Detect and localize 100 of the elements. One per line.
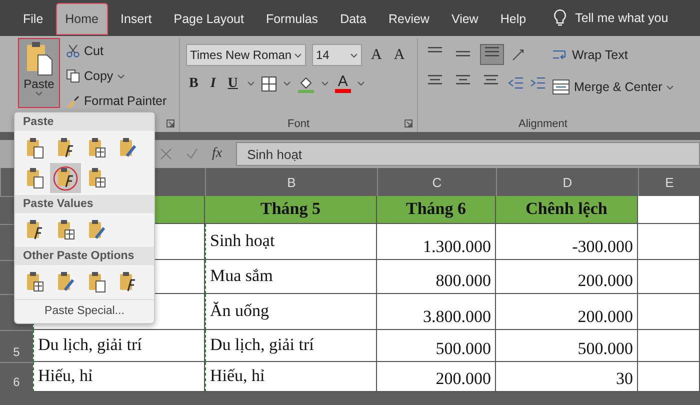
table-cell: Sinh hoạt [205,224,377,260]
lightbulb-icon [553,9,568,27]
table-cell: 800.000 [377,260,496,294]
row-header[interactable]: 6 [0,362,33,392]
grow-font-button[interactable]: A [368,46,385,64]
clipboard-icon [24,41,54,77]
table-cell [638,196,700,224]
ribbon-tab[interactable]: View [442,3,488,35]
ribbon-tab[interactable]: Data [331,3,376,35]
ribbon-tab[interactable]: Review [379,3,438,35]
clipboard-icon [56,271,76,293]
ribbon-tab[interactable]: Home [56,3,108,35]
ribbon-tab[interactable]: Help [491,3,536,35]
clipboard-icon [86,167,106,189]
table-header-cell: Tháng 6 [377,196,496,224]
caret-icon [117,74,126,78]
table-cell: 200.000 [496,294,638,330]
table-cell: 500.000 [377,330,496,362]
align-icon [483,74,499,86]
merge-icon [552,79,570,95]
clipboard-icon [86,219,106,241]
increase-indent-icon[interactable] [530,76,546,88]
column-header[interactable]: B [205,168,377,196]
caret-icon [282,81,291,86]
wrap-text-button[interactable]: Wrap Text [552,44,674,66]
row-header[interactable]: 5 [0,330,33,362]
dialog-launcher-icon[interactable] [404,119,413,128]
clipboard-icon [24,137,44,159]
copy-icon [66,69,80,83]
column-header[interactable]: D [496,168,638,196]
clipboard-icon [118,271,138,293]
wrap-icon [552,48,568,62]
table-cell: -300.000 [496,224,638,260]
table-cell: 200.000 [496,260,638,294]
caret-icon [320,81,329,86]
clipboard-icon [118,137,138,159]
ribbon-tab[interactable]: Page Layout [164,3,253,35]
table-cell: 200.000 [377,362,496,392]
group-label: Alignment [518,118,568,132]
merge-center-button[interactable]: Merge & Center [552,76,674,98]
ribbon-tab[interactable]: Formulas [256,3,328,35]
paste-special-link[interactable]: Paste Special... [15,299,154,319]
decrease-indent-icon[interactable] [508,76,524,88]
table-cell: Du lịch, giải trí [33,330,205,362]
bold-button[interactable]: B [186,74,202,92]
table-cell: Du lịch, giải trí [205,330,377,362]
format-painter-button[interactable]: Format Painter [66,90,167,112]
clipboard-icon [86,137,106,159]
vertical-align-button[interactable] [480,44,504,65]
paste-button[interactable]: Paste [18,38,60,108]
caret-icon [35,91,43,96]
column-header[interactable]: E [638,168,700,196]
align-icon [427,74,443,86]
table-cell: 30 [496,362,638,392]
brush-icon [66,94,80,108]
shrink-font-button[interactable]: A [390,46,408,64]
dialog-launcher-icon[interactable] [166,119,175,128]
underline-button[interactable]: U [224,74,241,92]
caret-icon [294,52,302,58]
ribbon-tab[interactable]: Insert [112,3,161,35]
table-cell: 500.000 [496,330,638,362]
menu-heading: Paste Values [15,195,154,213]
copy-button[interactable]: Copy [66,65,167,87]
table-header-cell: Chênh lệch [496,196,638,224]
table-cell [638,260,700,294]
fill-bucket-icon[interactable] [296,74,315,92]
table-cell: Hiếu, hỉ [33,362,205,392]
clipboard-icon [56,137,76,159]
table-header-cell: Tháng 5 [205,196,377,224]
table-cell: Ăn uống [205,294,377,330]
clipboard-icon [24,167,44,189]
table-cell [638,294,700,330]
table-cell [638,330,700,362]
insert-function-button[interactable]: fx [212,146,222,162]
scissors-icon [66,44,80,58]
table-cell: Hiếu, hỉ [205,362,377,392]
font-name-dropdown[interactable]: Times New Roman [186,44,306,66]
tell-me-field[interactable]: Tell me what you [575,11,668,25]
table-cell: 3.800.000 [377,294,496,330]
clipboard-icon [24,219,44,241]
borders-icon[interactable] [260,76,277,92]
clipboard-icon [86,271,106,293]
formula-field[interactable]: Sinh hoạt [236,142,700,166]
cut-button[interactable]: Cut [66,40,167,62]
group-label: Font [287,118,310,132]
column-header[interactable]: C [377,168,496,196]
clipboard-icon [24,271,44,293]
table-cell [638,224,700,260]
caret-icon [356,81,365,86]
align-icon [455,74,471,86]
caret-icon [246,81,255,86]
font-color-button[interactable]: A [334,74,351,93]
align-icon [484,46,500,58]
ribbon-tab[interactable]: File [14,3,52,35]
caret-icon [350,52,358,58]
italic-button[interactable]: I [207,74,219,92]
font-size-dropdown[interactable]: 14 [312,44,362,66]
table-cell: Mua sắm [205,260,377,294]
clipboard-icon [56,219,76,241]
paste-option[interactable] [50,163,81,193]
